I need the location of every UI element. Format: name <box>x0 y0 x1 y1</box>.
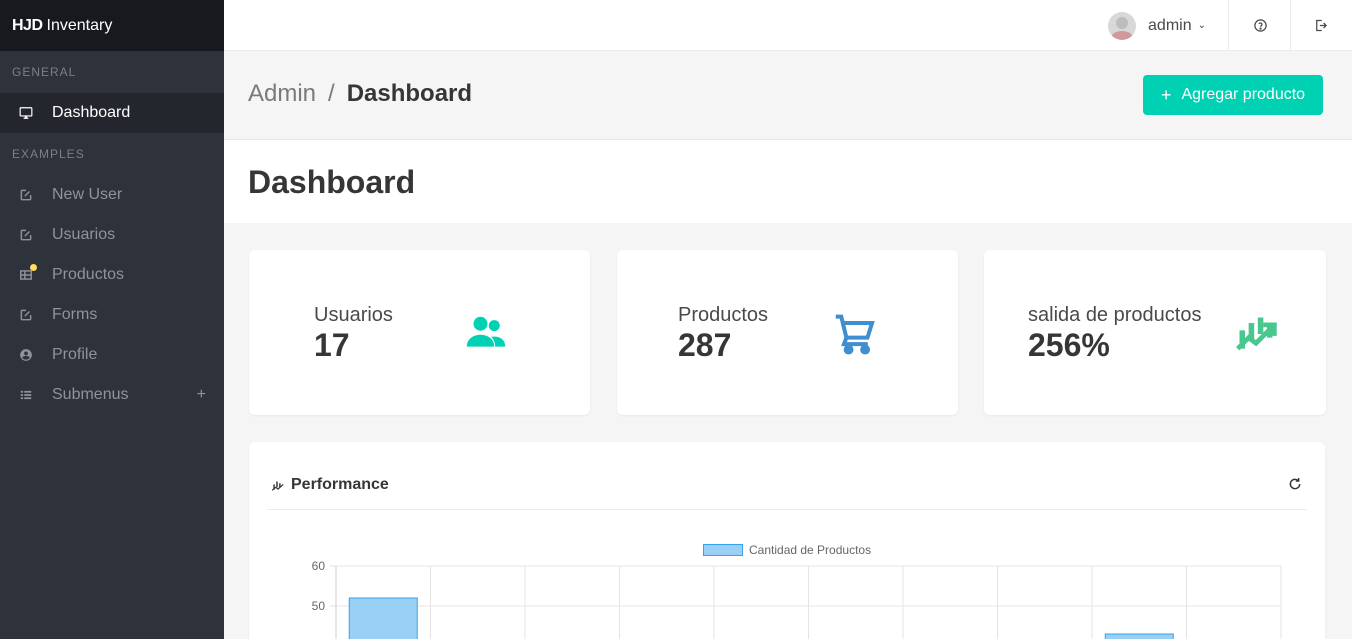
sidebar-item-label: Forms <box>52 306 98 323</box>
hero: Dashboard <box>224 140 1352 223</box>
sidebar: HJD Inventary General Dashboard Examples… <box>0 0 224 639</box>
avatar <box>1108 11 1137 40</box>
sidebar-item-productos[interactable]: Productos <box>0 255 224 295</box>
sidebar-item-new-user[interactable]: New User <box>0 175 224 215</box>
logout-button[interactable] <box>1290 0 1350 51</box>
list-icon <box>0 388 52 402</box>
edit-icon <box>0 308 52 322</box>
edit-icon <box>0 228 52 242</box>
performance-card: Performance Cantidad de Productos 60 50 <box>249 442 1325 639</box>
chart-timeline-variant-icon <box>1235 317 1277 351</box>
table-icon <box>0 268 52 282</box>
add-product-button[interactable]: + Agregar producto <box>1143 75 1323 115</box>
brand-logo[interactable]: HJD Inventary <box>0 0 224 51</box>
sidebar-item-usuarios[interactable]: Usuarios <box>0 215 224 255</box>
stat-card-salida: salida de productos 256% <box>984 250 1326 415</box>
stat-card-productos: Productos 287 <box>617 250 958 415</box>
sidebar-item-label: Productos <box>52 266 125 283</box>
chart-bar[interactable] <box>1104 633 1174 639</box>
sidebar-item-label: Usuarios <box>52 226 116 243</box>
logout-icon <box>1315 19 1327 32</box>
sidebar-item-submenus[interactable]: Submenus + <box>0 375 224 415</box>
cart-outline-icon <box>835 314 875 355</box>
page-title: Dashboard <box>248 164 416 200</box>
sidebar-item-label: Dashboard <box>52 104 131 121</box>
plus-icon: + <box>1160 84 1172 105</box>
chevron-down-icon: ⌄ <box>1197 20 1206 31</box>
menu-label-general: General <box>12 65 77 79</box>
stat-card-usuarios: Usuarios 17 <box>249 250 590 415</box>
sidebar-item-label: New User <box>52 186 123 203</box>
desktop-icon <box>0 106 52 120</box>
sidebar-item-forms[interactable]: Forms <box>0 295 224 335</box>
user-menu[interactable]: admin ⌄ <box>1108 0 1206 51</box>
chart-bar[interactable] <box>348 597 418 639</box>
stat-label: Usuarios <box>314 304 393 326</box>
menu-label-examples: Examples <box>12 147 85 161</box>
user-name: admin <box>1148 16 1192 34</box>
account-circle-icon <box>0 348 52 362</box>
help-button[interactable] <box>1230 0 1290 51</box>
breadcrumb-current: Dashboard <box>346 80 473 107</box>
account-multiple-icon <box>466 316 506 347</box>
notification-dot <box>30 264 37 271</box>
expand-icon[interactable]: + <box>197 386 206 404</box>
edit-icon <box>0 188 52 202</box>
stat-value: 256% <box>1028 327 1110 363</box>
stat-value: 17 <box>314 327 350 363</box>
help-circle-icon <box>1253 19 1267 32</box>
add-product-label: Agregar producto <box>1181 86 1306 103</box>
stat-label: salida de productos <box>1028 304 1202 326</box>
y-tick-label: 60 <box>312 559 326 573</box>
top-navbar: admin ⌄ <box>224 0 1352 51</box>
brand-bold: HJD <box>12 16 43 34</box>
performance-chart: 60 50 <box>312 559 1282 639</box>
breadcrumb-separator: / <box>328 80 335 107</box>
sidebar-item-dashboard[interactable]: Dashboard <box>0 93 224 133</box>
divider <box>1228 0 1229 51</box>
sidebar-item-label: Profile <box>52 346 98 363</box>
brand-name: Inventary <box>46 16 113 34</box>
sidebar-item-label: Submenus <box>52 386 129 403</box>
stat-label: Productos <box>678 304 769 326</box>
breadcrumb-parent[interactable]: Admin <box>248 80 316 107</box>
y-tick-label: 50 <box>312 599 326 613</box>
title-bar: Admin / Dashboard + Agregar producto <box>224 52 1352 140</box>
sidebar-item-profile[interactable]: Profile <box>0 335 224 375</box>
stat-value: 287 <box>678 327 732 363</box>
breadcrumb: Admin / Dashboard <box>248 80 472 108</box>
